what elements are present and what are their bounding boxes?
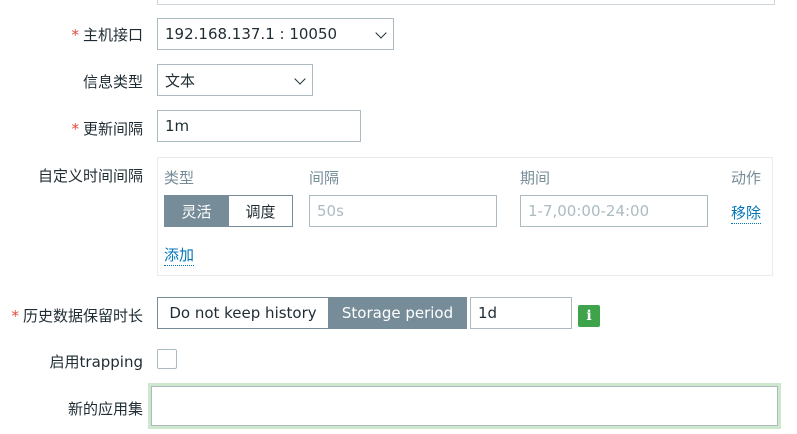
host-interface-select[interactable]: 192.168.137.1 : 10050 xyxy=(157,18,394,50)
trapping-label: 启用trapping xyxy=(49,353,143,371)
update-interval-input[interactable]: 1m xyxy=(157,110,361,142)
info-type-label: 信息类型 xyxy=(82,73,143,91)
type-scheduling-button[interactable]: 调度 xyxy=(228,195,293,227)
period-placeholder: 1-7,00:00-24:00 xyxy=(528,202,650,220)
column-period: 期间 xyxy=(520,169,551,187)
remove-link[interactable]: 移除 xyxy=(731,202,762,224)
host-interface-value: 192.168.137.1 : 10050 xyxy=(165,25,338,43)
column-action: 动作 xyxy=(731,169,762,187)
history-do-not-keep-button[interactable]: Do not keep history xyxy=(157,297,329,329)
info-type-select[interactable]: 文本 xyxy=(157,64,313,96)
column-interval: 间隔 xyxy=(309,169,340,187)
period-input[interactable]: 1-7,00:00-24:00 xyxy=(520,195,708,227)
required-marker: * xyxy=(71,120,79,138)
info-icon[interactable]: i xyxy=(578,305,600,327)
custom-intervals-label: 自定义时间间隔 xyxy=(37,167,143,185)
info-type-value: 文本 xyxy=(165,71,196,90)
history-label: * 历史数据保留时长 xyxy=(11,307,143,325)
interval-input[interactable]: 50s xyxy=(309,195,497,227)
column-type: 类型 xyxy=(164,169,195,187)
add-link[interactable]: 添加 xyxy=(164,244,195,266)
type-flexible-button[interactable]: 灵活 xyxy=(164,195,229,227)
required-marker: * xyxy=(11,307,19,325)
new-application-input[interactable] xyxy=(151,386,778,426)
chevron-down-icon xyxy=(375,27,387,39)
update-interval-label: * 更新间隔 xyxy=(71,120,143,138)
update-interval-value: 1m xyxy=(165,117,190,135)
chevron-down-icon xyxy=(294,73,306,85)
trapping-checkbox[interactable] xyxy=(157,349,177,369)
host-interface-label: * 主机接口 xyxy=(71,26,143,44)
history-storage-period-button[interactable]: Storage period xyxy=(328,297,467,329)
interval-placeholder: 50s xyxy=(317,202,344,220)
history-period-input[interactable]: 1d xyxy=(470,297,572,329)
previous-field-edge xyxy=(157,0,775,5)
new-application-label: 新的应用集 xyxy=(67,400,143,418)
required-marker: * xyxy=(71,26,79,44)
history-period-value: 1d xyxy=(478,304,498,322)
